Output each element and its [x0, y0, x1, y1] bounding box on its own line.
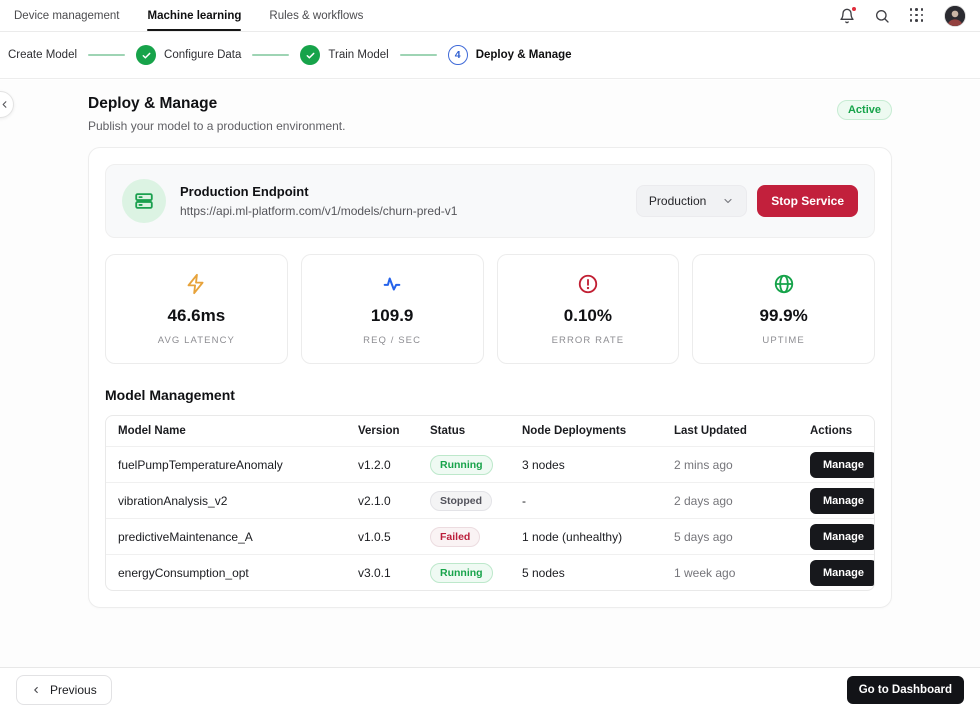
model-table: Model Name Version Status Node Deploymen…: [105, 415, 875, 591]
production-endpoint-panel: Production Endpoint https://api.ml-platf…: [105, 164, 875, 238]
last-updated: 2 days ago: [674, 493, 733, 508]
step-label: Create Model: [8, 49, 78, 61]
model-management-title: Model Management: [105, 387, 235, 403]
check-circle-icon: [300, 45, 321, 65]
previous-button[interactable]: Previous: [16, 674, 112, 705]
environment-select[interactable]: Production: [635, 185, 748, 217]
metric-value: 109.9: [370, 306, 414, 325]
metric-label: AVG LATENCY: [157, 335, 235, 346]
table-row: vibrationAnalysis_v2 v2.1.0 Stopped - 2 …: [106, 482, 874, 518]
server-icon: [122, 179, 166, 223]
model-version: v2.1.0: [358, 493, 391, 508]
step-create-model[interactable]: Create Model: [8, 49, 77, 61]
status-badge: Running: [430, 562, 493, 583]
tab-machine-learning[interactable]: Machine learning: [147, 0, 241, 31]
status-badge: Running: [430, 454, 493, 475]
status-badge: Failed: [430, 526, 481, 547]
step-connector: [252, 54, 290, 56]
col-last-updated: Last Updated: [674, 425, 747, 437]
tab-device-management[interactable]: Device management: [14, 0, 119, 31]
table-row: predictiveMaintenance_A v1.0.5 Failed 1 …: [106, 518, 874, 554]
manage-button[interactable]: Manage: [810, 559, 874, 586]
endpoint-url: https://api.ml-platform.com/v1/models/ch…: [180, 204, 458, 218]
step-number-badge: 4: [447, 45, 468, 65]
metric-error-rate: 0.10% ERROR RATE: [496, 254, 680, 364]
metric-label: UPTIME: [762, 335, 805, 346]
chevron-left-icon: [34, 686, 38, 693]
model-version: v1.0.5: [358, 529, 391, 544]
node-deployments: 3 nodes: [522, 457, 565, 472]
model-version: v3.0.1: [358, 565, 391, 580]
go-to-dashboard-button[interactable]: Go to Dashboard: [846, 675, 964, 704]
metric-value: 0.10%: [563, 306, 612, 325]
deploy-card: Production Endpoint https://api.ml-platf…: [88, 147, 892, 608]
check-circle-icon: [136, 45, 157, 65]
step-label: Configure Data: [164, 49, 242, 61]
tab-rules-workflows[interactable]: Rules & workflows: [269, 0, 363, 31]
alert-circle-icon: [498, 273, 679, 295]
step-connector: [399, 54, 437, 56]
top-nav: Device management Machine learning Rules…: [0, 0, 980, 32]
search-icon[interactable]: [874, 8, 890, 24]
node-deployments: 5 nodes: [522, 565, 565, 580]
notification-dot: [851, 5, 857, 12]
last-updated: 1 week ago: [674, 565, 736, 580]
step-train-model[interactable]: Train Model: [300, 45, 389, 65]
manage-button[interactable]: Manage: [810, 451, 874, 478]
step-label: Train Model: [328, 49, 389, 61]
metric-req-sec: 109.9 REQ / SEC: [300, 254, 484, 364]
manage-button[interactable]: Manage: [810, 523, 874, 550]
metric-label: ERROR RATE: [551, 335, 625, 346]
status-badge: Active: [836, 100, 892, 120]
model-version: v1.2.0: [358, 457, 391, 472]
main-content: Deploy & Manage Publish your model to a …: [0, 80, 980, 667]
model-name: vibrationAnalysis_v2: [118, 493, 228, 508]
model-name: fuelPumpTemperatureAnomaly: [118, 457, 283, 472]
activity-icon: [302, 273, 483, 295]
col-actions: Actions: [810, 425, 853, 437]
step-deploy-manage[interactable]: 4 Deploy & Manage: [447, 45, 572, 65]
step-configure-data[interactable]: Configure Data: [136, 45, 241, 65]
col-model-name: Model Name: [118, 425, 186, 437]
status-badge: Stopped: [430, 490, 492, 511]
nav-actions: [839, 4, 966, 27]
model-name: energyConsumption_opt: [118, 565, 249, 580]
metric-cards: 46.6ms AVG LATENCY 109.9 REQ / SEC 0.10%…: [105, 254, 875, 364]
lightning-icon: [106, 273, 287, 295]
col-version: Version: [358, 425, 400, 437]
manage-button[interactable]: Manage: [810, 487, 874, 514]
step-connector: [88, 54, 126, 56]
page-title: Deploy & Manage: [88, 95, 218, 112]
metric-label: REQ / SEC: [363, 335, 422, 346]
user-avatar[interactable]: [944, 4, 966, 27]
endpoint-title: Production Endpoint: [180, 184, 309, 199]
col-status: Status: [430, 425, 466, 437]
table-header-row: Model Name Version Status Node Deploymen…: [106, 416, 874, 446]
table-row: energyConsumption_opt v3.0.1 Running 5 n…: [106, 554, 874, 590]
nav-tabs: Device management Machine learning Rules…: [14, 0, 363, 31]
last-updated: 5 days ago: [674, 529, 733, 544]
previous-label: Previous: [50, 682, 97, 697]
step-label: Deploy & Manage: [475, 49, 572, 61]
environment-selected-value: Production: [648, 194, 707, 208]
footer-bar: Previous Go to Dashboard: [0, 667, 980, 711]
globe-icon: [693, 273, 874, 295]
apps-grid-icon[interactable]: [909, 8, 925, 24]
chevron-down-icon: [724, 198, 732, 204]
metric-value: 99.9%: [759, 306, 808, 325]
metric-uptime: 99.9% UPTIME: [692, 254, 875, 364]
bell-icon[interactable]: [839, 5, 857, 24]
table-row: fuelPumpTemperatureAnomaly v1.2.0 Runnin…: [106, 446, 874, 482]
node-deployments: 1 node (unhealthy): [522, 529, 623, 544]
node-deployments: -: [522, 493, 526, 508]
col-node-deployments: Node Deployments: [522, 425, 627, 437]
page-subtitle: Publish your model to a production envir…: [88, 119, 346, 133]
page-header: Deploy & Manage Publish your model to a …: [0, 80, 980, 133]
metric-avg-latency: 46.6ms AVG LATENCY: [105, 254, 288, 364]
wizard-stepper: Create Model Configure Data Train Model …: [0, 32, 980, 79]
stop-service-button[interactable]: Stop Service: [757, 185, 858, 217]
last-updated: 2 mins ago: [674, 457, 733, 472]
metric-value: 46.6ms: [167, 306, 226, 325]
model-name: predictiveMaintenance_A: [118, 529, 253, 544]
